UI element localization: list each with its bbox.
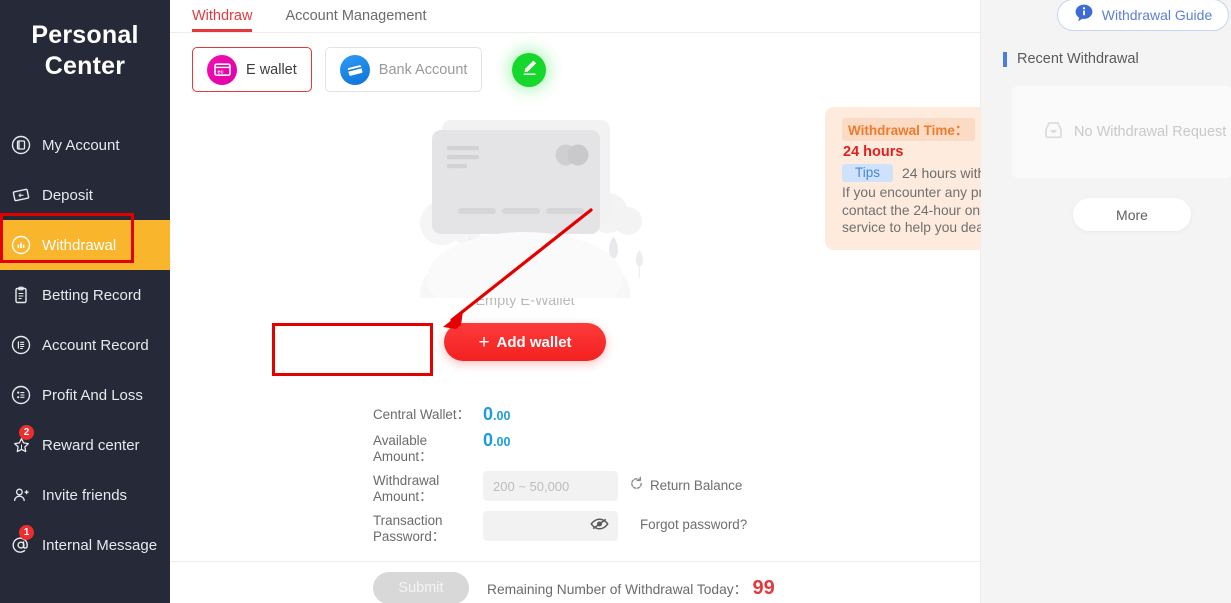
personal-center-page: Personal Center My Account Deposit Withd… bbox=[0, 0, 1231, 603]
tips-badge: Tips bbox=[842, 164, 894, 182]
central-wallet-cents: .00 bbox=[493, 409, 511, 423]
recent-withdrawal-panel: Withdrawal Guide Recent Withdrawal No Wi… bbox=[981, 0, 1231, 603]
submit-separator bbox=[170, 561, 980, 562]
withdrawal-guide-label: Withdrawal Guide bbox=[1101, 7, 1213, 23]
method-selector: ec E wallet Bank Account bbox=[170, 33, 980, 92]
sidebar-item-invite-friends[interactable]: Invite friends bbox=[0, 470, 170, 520]
edit-button[interactable] bbox=[512, 52, 547, 87]
central-wallet-value: 0.00 bbox=[483, 405, 510, 425]
deposit-icon bbox=[8, 182, 34, 208]
available-amount-cents: .00 bbox=[493, 435, 511, 449]
star-gift-icon: 2 bbox=[8, 425, 34, 458]
sidebar-item-account-record[interactable]: Account Record bbox=[0, 320, 170, 370]
row-central-wallet: Central Wallet： 0.00 bbox=[373, 405, 973, 425]
tips-title: Withdrawal Time： bbox=[842, 118, 976, 141]
submit-bar: Submit Remaining Number of Withdrawal To… bbox=[373, 572, 775, 603]
available-amount-int: 0 bbox=[483, 430, 494, 450]
empty-wallet-illustration bbox=[370, 108, 680, 298]
method-chip-bank-account[interactable]: Bank Account bbox=[324, 47, 483, 92]
sidebar-item-label: Betting Record bbox=[42, 286, 142, 304]
available-amount-label: Available Amount： bbox=[373, 433, 433, 464]
sidebar-item-reward-center[interactable]: 2 Reward center bbox=[0, 420, 170, 470]
empty-inbox-icon bbox=[1042, 120, 1065, 145]
withdrawal-guide-button[interactable]: Withdrawal Guide bbox=[1057, 0, 1229, 31]
tab-label: Account Management bbox=[285, 8, 427, 24]
sidebar-item-label: Withdrawal bbox=[42, 236, 117, 254]
clipboard-icon bbox=[8, 282, 34, 308]
more-button[interactable]: More bbox=[1073, 198, 1191, 231]
brand-line-1: Personal bbox=[31, 21, 139, 49]
heading-accent-bar bbox=[1003, 51, 1007, 67]
sidebar-item-my-account[interactable]: My Account bbox=[0, 120, 170, 170]
sidebar-item-deposit[interactable]: Deposit bbox=[0, 170, 170, 220]
pencil-edit-icon bbox=[520, 58, 539, 82]
plus-icon: + bbox=[478, 331, 490, 353]
at-sign-icon: 1 bbox=[8, 525, 34, 558]
recent-withdrawal-empty-card: No Withdrawal Request bbox=[1012, 86, 1231, 178]
add-wallet-button[interactable]: + Add wallet bbox=[444, 323, 606, 361]
tab-label: Withdraw bbox=[192, 8, 253, 24]
withdrawal-icon bbox=[8, 232, 34, 258]
add-wallet-label: Add wallet bbox=[496, 333, 572, 351]
row-transaction-password: Transaction Password： Forgot password? bbox=[373, 511, 973, 545]
remaining-withdrawals: Remaining Number of Withdrawal Today： 99 bbox=[487, 577, 775, 600]
add-wallet-wrap: + Add wallet bbox=[444, 323, 606, 361]
central-wallet-int: 0 bbox=[483, 404, 494, 424]
sidebar-nav: My Account Deposit Withdrawal Betting Re… bbox=[0, 120, 170, 570]
add-person-icon bbox=[8, 482, 34, 508]
sidebar-badge: 1 bbox=[19, 525, 34, 540]
tab-bar: Withdraw Account Management bbox=[170, 0, 980, 33]
sidebar-item-label: Profit And Loss bbox=[42, 386, 143, 404]
return-balance-label: Return Balance bbox=[650, 477, 743, 493]
sidebar-item-label: My Account bbox=[42, 136, 120, 154]
submit-button[interactable]: Submit bbox=[373, 572, 469, 603]
refresh-icon bbox=[629, 476, 644, 494]
report-icon bbox=[8, 382, 34, 408]
sidebar-item-withdrawal[interactable]: Withdrawal bbox=[0, 220, 170, 270]
withdraw-form: Central Wallet： 0.00 Available Amount： 0… bbox=[373, 405, 973, 551]
withdrawal-amount-input[interactable] bbox=[483, 471, 618, 501]
recent-withdrawal-title: Recent Withdrawal bbox=[1017, 51, 1139, 67]
method-label: Bank Account bbox=[378, 61, 468, 78]
remaining-label: Remaining Number of Withdrawal Today： bbox=[487, 581, 748, 597]
recent-withdrawal-empty-text: No Withdrawal Request bbox=[1074, 124, 1227, 140]
sidebar-item-label: Reward center bbox=[42, 436, 140, 454]
account-icon bbox=[8, 132, 34, 158]
method-label: E wallet bbox=[246, 61, 297, 78]
sidebar: Personal Center My Account Deposit Withd… bbox=[0, 0, 170, 603]
return-balance-button[interactable]: Return Balance bbox=[629, 471, 742, 494]
forgot-password-link[interactable]: Forgot password? bbox=[640, 511, 747, 532]
empty-wallet-block: Empty E-Wallet + Add wallet bbox=[370, 108, 680, 361]
sidebar-item-internal-message[interactable]: 1 Internal Message bbox=[0, 520, 170, 570]
withdraw-panel: Withdraw Account Management ec E wallet bbox=[170, 0, 1113, 603]
main-area: Withdraw Account Management ec E wallet bbox=[170, 0, 1231, 603]
brand-title: Personal Center bbox=[0, 0, 170, 82]
central-wallet-label: Central Wallet： bbox=[373, 407, 470, 422]
info-icon bbox=[1074, 3, 1094, 28]
brand-line-2: Center bbox=[44, 52, 126, 80]
svg-text:ec: ec bbox=[217, 70, 223, 76]
eye-hidden-icon[interactable] bbox=[590, 517, 609, 536]
password-field-wrap bbox=[483, 511, 618, 541]
method-chip-e-wallet[interactable]: ec E wallet bbox=[192, 47, 312, 92]
recent-withdrawal-heading: Recent Withdrawal bbox=[1003, 51, 1231, 67]
sidebar-item-label: Deposit bbox=[42, 186, 93, 204]
sidebar-item-profit-and-loss[interactable]: Profit And Loss bbox=[0, 370, 170, 420]
available-amount-value: 0.00 bbox=[483, 431, 510, 451]
list-icon bbox=[8, 332, 34, 358]
sidebar-item-label: Internal Message bbox=[42, 536, 158, 554]
sidebar-item-betting-record[interactable]: Betting Record bbox=[0, 270, 170, 320]
remaining-count: 99 bbox=[752, 576, 775, 599]
sidebar-item-label: Account Record bbox=[42, 336, 149, 354]
withdrawal-amount-label: Withdrawal Amount： bbox=[373, 473, 440, 504]
row-available-amount: Available Amount： 0.00 bbox=[373, 431, 973, 465]
e-wallet-icon: ec bbox=[207, 54, 237, 85]
tab-withdraw[interactable]: Withdraw bbox=[192, 0, 253, 32]
tab-account-management[interactable]: Account Management bbox=[285, 0, 426, 24]
bank-card-icon bbox=[339, 54, 370, 85]
sidebar-badge: 2 bbox=[19, 425, 34, 440]
row-withdrawal-amount: Withdrawal Amount： Return Balance bbox=[373, 471, 973, 505]
transaction-password-label: Transaction Password： bbox=[373, 513, 446, 544]
sidebar-item-label: Invite friends bbox=[42, 486, 128, 504]
